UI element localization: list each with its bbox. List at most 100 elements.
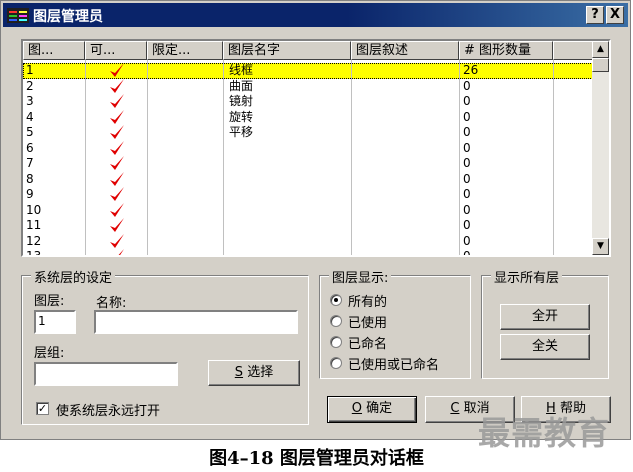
visible-check-icon[interactable]: [108, 124, 126, 141]
column-header-visible[interactable]: 可...: [85, 41, 147, 60]
radio-used-or-named-label[interactable]: 已使用或已命名: [348, 354, 439, 373]
layer-name-cell: 平移: [229, 125, 254, 139]
column-header-limit[interactable]: 限定...: [147, 41, 223, 60]
layer-display-legend: 图层显示:: [329, 267, 392, 286]
entity-count-cell: 0: [463, 94, 471, 108]
visible-check-icon[interactable]: [108, 140, 126, 157]
layer-name-cell: 旋转: [229, 109, 254, 124]
table-row[interactable]: 80: [23, 171, 593, 188]
name-label: 名称:: [96, 296, 127, 311]
radio-all-label[interactable]: 所有的: [348, 291, 387, 310]
layer-number-cell: 1: [26, 63, 34, 77]
keep-open-checkbox[interactable]: ✓: [36, 402, 49, 415]
radio-all[interactable]: [330, 294, 342, 306]
table-row[interactable]: 4 旋转 0: [23, 109, 593, 126]
radio-used[interactable]: [330, 315, 342, 327]
layer-number-cell: 4: [26, 109, 34, 124]
show-all-legend: 显示所有层: [491, 267, 563, 286]
title-bar[interactable]: 图层管理员 ? X: [3, 3, 628, 27]
layer-number-cell: 11: [26, 218, 42, 232]
system-layer-group: 系统层的设定 图层: 1 名称: 层组: S 选择 ✓ 使系统层永远打开: [21, 267, 309, 425]
entity-count-cell: 0: [463, 249, 471, 257]
entity-count-cell: 0: [463, 218, 471, 232]
radio-used-or-named[interactable]: [330, 357, 342, 369]
entity-count-cell: 0: [463, 78, 471, 93]
select-button[interactable]: S 选择: [208, 360, 300, 386]
table-row[interactable]: 12 0: [23, 233, 593, 250]
visible-check-icon[interactable]: [108, 155, 126, 172]
layer-table[interactable]: 图... 可... 限定... 图层名字 图层叙述 # 图形数量 1 线框 26 2 曲…: [21, 39, 611, 257]
window-title: 图层管理员: [33, 9, 103, 25]
scroll-thumb[interactable]: [592, 58, 609, 72]
layer-group-input[interactable]: [34, 362, 178, 386]
visible-check-icon[interactable]: [108, 233, 126, 250]
table-header: 图... 可... 限定... 图层名字 图层叙述 # 图形数量: [23, 41, 593, 60]
visible-check-icon[interactable]: [108, 248, 126, 257]
entity-count-cell: 26: [463, 63, 479, 77]
all-off-button[interactable]: 全关: [500, 334, 590, 360]
column-divider: [223, 60, 224, 255]
vertical-scrollbar[interactable]: ▲ ▼: [592, 41, 609, 255]
select-button-label: 选择: [247, 365, 274, 380]
visible-check-icon[interactable]: [108, 109, 126, 126]
layer-number-cell: 9: [26, 187, 34, 201]
layer-name-input[interactable]: [94, 310, 298, 334]
ok-button-label: 确定: [366, 401, 393, 416]
entity-count-cell: 0: [463, 109, 471, 124]
table-row[interactable]: 2 曲面 0: [23, 78, 593, 95]
visible-check-icon[interactable]: [108, 62, 126, 79]
group-label: 层组:: [34, 346, 65, 361]
table-row[interactable]: 5 平移 0: [23, 125, 593, 141]
column-header-layer[interactable]: 图...: [23, 41, 85, 60]
select-button-hotkey: S: [234, 365, 244, 380]
radio-named[interactable]: [330, 336, 342, 348]
column-header-layer-name[interactable]: 图层名字: [223, 41, 351, 60]
keep-open-label: 使系统层永远打开: [56, 404, 161, 419]
visible-check-icon[interactable]: [108, 171, 126, 188]
table-row[interactable]: 10 0: [23, 202, 593, 219]
table-row[interactable]: 3 镜射 0: [23, 94, 593, 110]
app-icon: [7, 8, 29, 23]
help-title-button[interactable]: ?: [586, 6, 604, 24]
visible-check-icon[interactable]: [108, 217, 126, 234]
layer-label: 图层:: [34, 294, 65, 309]
visible-check-icon[interactable]: [108, 202, 126, 219]
layer-number-cell: 5: [26, 125, 34, 139]
visible-check-icon[interactable]: [108, 93, 126, 110]
scroll-up-icon[interactable]: ▲: [592, 41, 609, 58]
column-header-entity-count[interactable]: # 图形数量: [459, 41, 553, 60]
visible-check-icon[interactable]: [108, 186, 126, 203]
table-row[interactable]: 13 0: [23, 248, 593, 257]
visible-check-icon[interactable]: [108, 78, 126, 95]
entity-count-cell: 0: [463, 125, 471, 139]
column-header-blank: [553, 41, 593, 60]
close-button[interactable]: X: [606, 6, 624, 24]
layer-number-input[interactable]: 1: [34, 310, 76, 334]
table-row[interactable]: 1 线框 26: [23, 63, 593, 79]
ok-button-hotkey: O: [351, 401, 363, 416]
cancel-button-hotkey: C: [450, 401, 460, 416]
layer-number-cell: 6: [26, 140, 34, 155]
column-header-layer-description[interactable]: 图层叙述: [351, 41, 459, 60]
layer-number-cell: 10: [26, 202, 42, 217]
column-divider: [553, 60, 554, 255]
table-row[interactable]: 70: [23, 156, 593, 172]
layer-manager-dialog: 图层管理员 ? X 图... 可... 限定... 图层名字 图层叙述 # 图形…: [0, 0, 631, 440]
layer-number-cell: 7: [26, 156, 34, 170]
table-body: 1 线框 26 2 曲面 0 3 镜射 0 4 旋转 0 5 平移 0 6 0 7 0 8 0 9 0 10 0 11 0 12 0 13…: [23, 60, 593, 257]
radio-used-label[interactable]: 已使用: [348, 312, 387, 331]
table-row[interactable]: 11 0: [23, 218, 593, 234]
scroll-down-icon[interactable]: ▼: [592, 238, 609, 255]
all-on-button[interactable]: 全开: [500, 304, 590, 330]
table-row[interactable]: 60: [23, 140, 593, 157]
column-divider: [459, 60, 460, 255]
table-row[interactable]: 90: [23, 187, 593, 203]
system-layer-legend: 系统层的设定: [31, 267, 116, 286]
entity-count-cell: 0: [463, 202, 471, 217]
radio-named-label[interactable]: 已命名: [348, 333, 387, 352]
layer-name-cell: 镜射: [229, 94, 254, 108]
entity-count-cell: 0: [463, 187, 471, 201]
ok-button[interactable]: O 确定: [327, 396, 417, 423]
entity-count-cell: 0: [463, 233, 471, 248]
entity-count-cell: 0: [463, 140, 471, 155]
